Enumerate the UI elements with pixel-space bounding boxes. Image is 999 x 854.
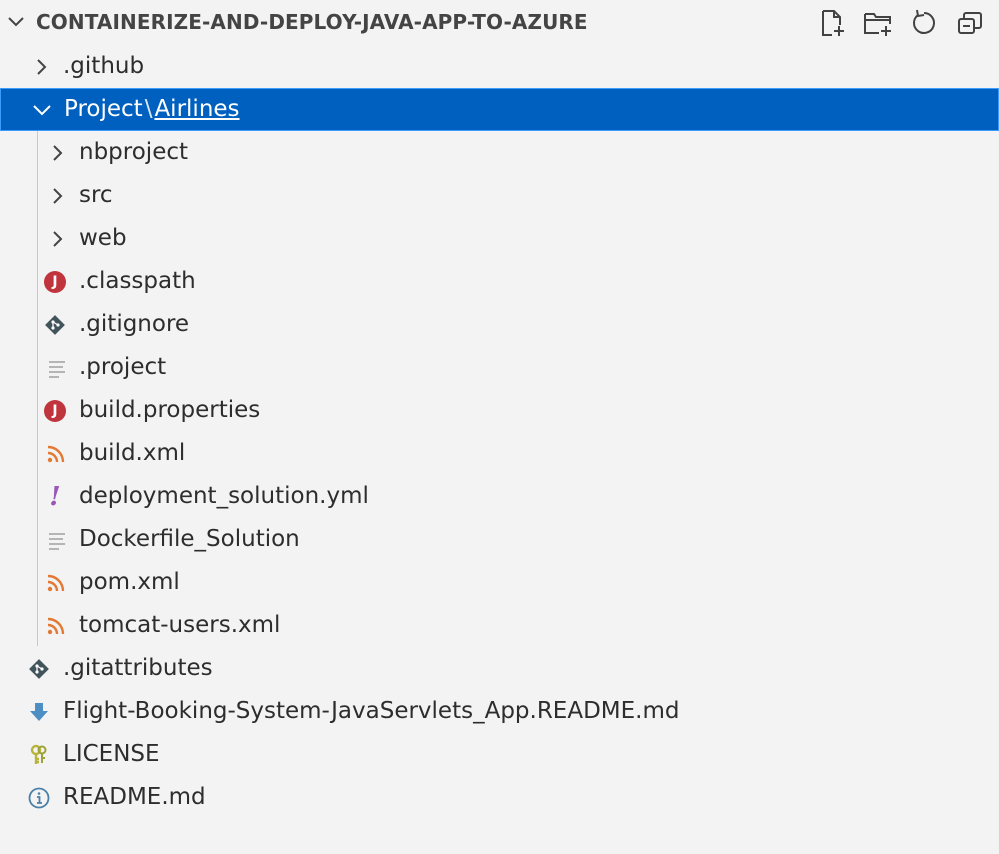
path-separator: \	[144, 96, 153, 122]
tree-item-label: src	[79, 182, 113, 208]
compact-folder-path: Project\Airlines	[64, 88, 240, 131]
chevron-right-icon[interactable]	[30, 56, 52, 78]
tree-item-web[interactable]: web	[0, 217, 999, 260]
java-icon: J	[44, 400, 66, 422]
tree-item-nbproject[interactable]: nbproject	[0, 131, 999, 174]
chevron-right-icon[interactable]	[46, 185, 68, 207]
tree-item-label: build.xml	[79, 440, 186, 466]
rss-xml-icon	[45, 615, 67, 637]
tree-item-label: LICENSE	[63, 741, 160, 767]
collapse-all-icon[interactable]	[953, 6, 987, 40]
text-file-icon	[46, 529, 68, 551]
yaml-icon: !	[49, 482, 61, 512]
tree-item-build-properties[interactable]: J build.properties	[0, 389, 999, 432]
java-icon: J	[44, 271, 66, 293]
refresh-icon[interactable]	[907, 6, 941, 40]
tree-item-label: .gitattributes	[63, 655, 213, 681]
rss-xml-icon	[45, 572, 67, 594]
git-icon	[44, 314, 66, 336]
tree-item-license[interactable]: LICENSE	[0, 733, 999, 776]
tree-item-label: web	[79, 225, 127, 251]
tree-item-dockerfile[interactable]: Dockerfile_Solution	[0, 518, 999, 561]
markdown-arrow-icon	[28, 701, 50, 723]
tree-item-project-file[interactable]: .project	[0, 346, 999, 389]
new-file-icon[interactable]	[815, 6, 849, 40]
tree-item-label: .gitignore	[79, 311, 190, 337]
tree-item-build-xml[interactable]: build.xml	[0, 432, 999, 475]
tree-item-project-airlines[interactable]: Project\Airlines	[0, 88, 999, 131]
workspace-title: CONTAINERIZE-AND-DEPLOY-JAVA-APP-TO-AZUR…	[36, 10, 588, 34]
tree-item-gitattributes[interactable]: .gitattributes	[0, 647, 999, 690]
explorer-actions	[815, 6, 987, 40]
tree-item-label: nbproject	[79, 139, 189, 165]
explorer-panel: CONTAINERIZE-AND-DEPLOY-JAVA-APP-TO-AZUR…	[0, 0, 999, 854]
tree-item-label: .github	[63, 53, 145, 79]
tree-item-label: tomcat-users.xml	[79, 612, 281, 638]
new-folder-icon[interactable]	[861, 6, 895, 40]
tree-item-label: pom.xml	[79, 569, 180, 595]
tree-item-label: Flight-Booking-System-JavaServlets_App.R…	[63, 698, 680, 724]
tree-item-gitignore[interactable]: .gitignore	[0, 303, 999, 346]
tree-item-label: build.properties	[79, 397, 261, 423]
tree-item-src[interactable]: src	[0, 174, 999, 217]
tree-item-classpath[interactable]: J .classpath	[0, 260, 999, 303]
tree-item-label: deployment_solution.yml	[79, 483, 369, 509]
tree-item-deployment-yml[interactable]: ! deployment_solution.yml	[0, 475, 999, 518]
path-segment-airlines[interactable]: Airlines	[154, 96, 239, 122]
path-segment-project[interactable]: Project	[64, 96, 143, 122]
tree-item-label: Dockerfile_Solution	[79, 526, 300, 552]
info-icon	[28, 787, 50, 809]
explorer-header[interactable]: CONTAINERIZE-AND-DEPLOY-JAVA-APP-TO-AZUR…	[0, 0, 999, 44]
chevron-down-icon[interactable]	[31, 99, 53, 121]
tree-item-tomcat-users[interactable]: tomcat-users.xml	[0, 604, 999, 647]
rss-xml-icon	[45, 443, 67, 465]
text-file-icon	[46, 357, 68, 379]
tree-item-flight-readme[interactable]: Flight-Booking-System-JavaServlets_App.R…	[0, 690, 999, 733]
tree-item-label: .classpath	[79, 268, 196, 294]
chevron-down-icon[interactable]	[6, 12, 26, 32]
tree-item-label: .project	[79, 354, 167, 380]
tree-item-pom-xml[interactable]: pom.xml	[0, 561, 999, 604]
git-icon	[28, 658, 50, 680]
tree-item-readme[interactable]: README.md	[0, 776, 999, 819]
license-key-icon	[28, 744, 50, 766]
chevron-right-icon[interactable]	[46, 228, 68, 250]
tree-item-label: README.md	[63, 784, 206, 810]
chevron-right-icon[interactable]	[46, 142, 68, 164]
tree-item-github[interactable]: .github	[0, 45, 999, 88]
